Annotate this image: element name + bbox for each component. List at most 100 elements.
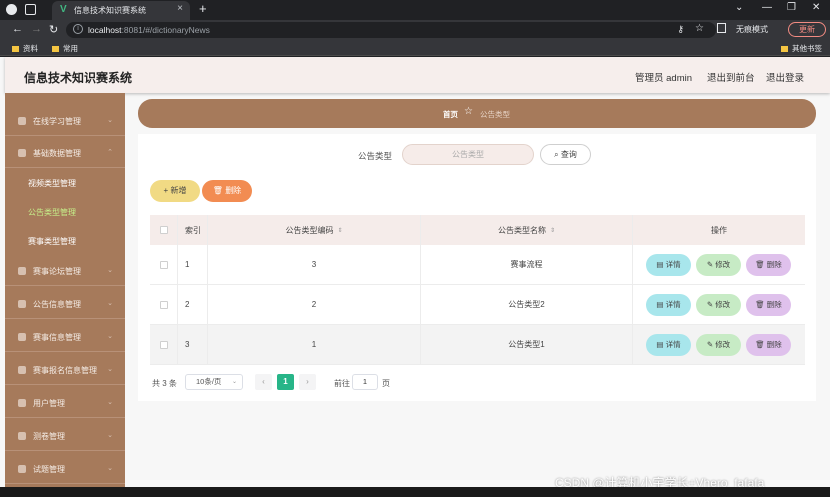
exit-to-front-link[interactable]: 退出到前台 <box>707 70 755 84</box>
edit-button[interactable]: ✎ 修改 <box>696 334 741 356</box>
row-name: 公告类型1 <box>421 325 633 364</box>
page-size-select[interactable]: 10条/页 ⌄ <box>185 374 243 390</box>
incognito-label[interactable]: 无痕模式 <box>736 24 768 35</box>
sidebar-item-online-learning[interactable]: 在线学习管理 ⌄ <box>5 106 125 136</box>
star-icon: ☆ <box>464 106 473 117</box>
detail-label: 详情 <box>665 260 681 269</box>
prev-page-button[interactable]: ‹ <box>255 374 272 390</box>
delete-label: 删除 <box>766 300 782 309</box>
new-tab-icon[interactable]: + <box>199 1 207 16</box>
sidebar-item-exam-papers[interactable]: 测卷管理 ⌄ <box>5 421 125 451</box>
sidebar-item-label: 公告信息管理 <box>33 300 81 309</box>
funnel-icon <box>18 465 26 473</box>
page-number-current[interactable]: 1 <box>277 374 294 390</box>
sidebar-subitem-video-type[interactable]: 视频类型管理 <box>5 169 125 197</box>
logout-link[interactable]: 退出登录 <box>766 70 804 84</box>
app-title: 信息技术知识赛系统 <box>24 71 133 85</box>
detail-label: 详情 <box>665 300 681 309</box>
header-code-label: 公告类型编码 <box>285 225 334 235</box>
next-page-button[interactable]: › <box>299 374 316 390</box>
bookmark-star-icon[interactable]: ☆ <box>695 23 704 34</box>
select-all-checkbox[interactable] <box>159 226 168 234</box>
detail-button[interactable]: ▤ 详情 <box>646 334 691 356</box>
header-code[interactable]: 公告类型编码 ⇕ <box>208 215 421 245</box>
circle-icon <box>18 366 26 374</box>
back-icon[interactable]: ← <box>12 23 23 35</box>
row-checkbox[interactable] <box>159 260 168 269</box>
url-path: :8081/#/dictionaryNews <box>121 25 210 35</box>
sidebar-item-registration[interactable]: 赛事报名信息管理 ⌄ <box>5 355 125 385</box>
edit-button[interactable]: ✎ 修改 <box>696 294 741 316</box>
sidebar-item-questions[interactable]: 试题管理 ⌄ <box>5 454 125 484</box>
sidebar-subitem-notice-type[interactable]: 公告类型管理 <box>5 198 125 226</box>
url-field[interactable]: i localhost:8081/#/dictionaryNews ⚷ ☆ <box>66 22 716 38</box>
header-name[interactable]: 公告类型名称 ⇕ <box>421 215 633 245</box>
detail-button[interactable]: ▤ 详情 <box>646 294 691 316</box>
goto-page-input[interactable]: 1 <box>352 374 378 390</box>
site-info-icon[interactable]: i <box>73 24 83 34</box>
sidebar-item-label: 测卷管理 <box>33 432 65 441</box>
row-code: 2 <box>208 285 421 324</box>
row-index: 1 <box>178 245 208 284</box>
sidebar-subitem-event-type[interactable]: 赛事类型管理 <box>5 227 125 255</box>
side-panel-icon[interactable] <box>717 23 726 33</box>
sort-icon[interactable]: ⇕ <box>337 227 342 234</box>
grid-icon <box>18 267 26 275</box>
add-button[interactable]: + 新增 <box>150 180 200 202</box>
sidebar-item-label: 基础数据管理 <box>33 149 81 158</box>
browser-tab-strip: V 信息技术知识赛系统 × + ⌄ — ❐ ✕ <box>0 0 830 20</box>
forward-icon[interactable]: → <box>31 23 42 35</box>
folder-icon <box>12 46 19 53</box>
detail-button[interactable]: ▤ 详情 <box>646 254 691 276</box>
search-input[interactable]: 公告类型 <box>402 144 534 165</box>
chevron-down-icon: ⌄ <box>107 117 113 124</box>
bar-chart-icon <box>18 300 26 308</box>
batch-delete-button[interactable]: 🗑 删除 <box>202 180 252 202</box>
chevron-down-icon: ⌄ <box>107 267 113 274</box>
minimize-icon[interactable]: — <box>762 2 772 13</box>
header-name-label: 公告类型名称 <box>497 225 546 235</box>
data-icon <box>18 149 26 157</box>
row-checkbox[interactable] <box>159 300 168 309</box>
key-icon[interactable]: ⚷ <box>677 24 684 35</box>
edit-button[interactable]: ✎ 修改 <box>696 254 741 276</box>
breadcrumb-home-link[interactable]: 首页 <box>443 109 458 120</box>
search-icon: ⌕ <box>554 150 561 159</box>
query-button-label: 查询 <box>560 150 577 159</box>
breadcrumb-current: 公告类型 <box>480 110 510 119</box>
query-button[interactable]: ⌕ 查询 <box>540 144 591 165</box>
window-close-icon[interactable]: ✕ <box>812 2 820 13</box>
browser-menu-icon[interactable] <box>6 4 17 15</box>
sidebar-item-users[interactable]: 用户管理 ⌄ <box>5 388 125 418</box>
delete-button[interactable]: 🗑 删除 <box>746 294 791 316</box>
sidebar-item-basic-data[interactable]: 基础数据管理 ⌃ <box>5 138 125 168</box>
delete-button[interactable]: 🗑 删除 <box>746 254 791 276</box>
sidebar-item-forum[interactable]: 赛事论坛管理 ⌄ <box>5 256 125 286</box>
restore-icon[interactable]: ❐ <box>787 2 796 13</box>
folder-icon <box>52 46 59 53</box>
sidebar-item-label: 赛事报名信息管理 <box>33 366 97 375</box>
update-button[interactable]: 更新 <box>788 22 826 37</box>
tab-overview-icon[interactable] <box>25 4 36 15</box>
active-tab[interactable]: V 信息技术知识赛系统 × <box>52 1 190 20</box>
delete-button[interactable]: 🗑 删除 <box>746 334 791 356</box>
table-header: 索引 公告类型编码 ⇕ 公告类型名称 ⇕ 操作 <box>150 215 805 245</box>
trash-icon: 🗑 <box>212 186 226 195</box>
row-checkbox[interactable] <box>159 340 168 349</box>
row-code: 3 <box>208 245 421 284</box>
url-host: localhost <box>88 25 122 35</box>
row-checkbox-cell <box>150 285 178 324</box>
sort-icon[interactable]: ⇕ <box>550 227 555 234</box>
header-operations: 操作 <box>711 225 727 235</box>
sidebar-item-event-info[interactable]: 赛事信息管理 ⌄ <box>5 322 125 352</box>
tab-search-icon[interactable]: ⌄ <box>735 2 743 13</box>
chevron-down-icon: ⌄ <box>107 366 113 373</box>
close-tab-icon[interactable]: × <box>177 3 183 14</box>
sidebar-item-label: 用户管理 <box>33 399 65 408</box>
other-bookmarks[interactable]: 其他书签 <box>781 43 822 54</box>
sidebar-item-notice[interactable]: 公告信息管理 ⌄ <box>5 289 125 319</box>
bookmark-folder[interactable]: 资料 <box>12 43 38 54</box>
reload-icon[interactable]: ↻ <box>49 23 58 36</box>
goto-label: 前往 <box>334 379 350 388</box>
bookmark-folder[interactable]: 常用 <box>52 43 78 54</box>
